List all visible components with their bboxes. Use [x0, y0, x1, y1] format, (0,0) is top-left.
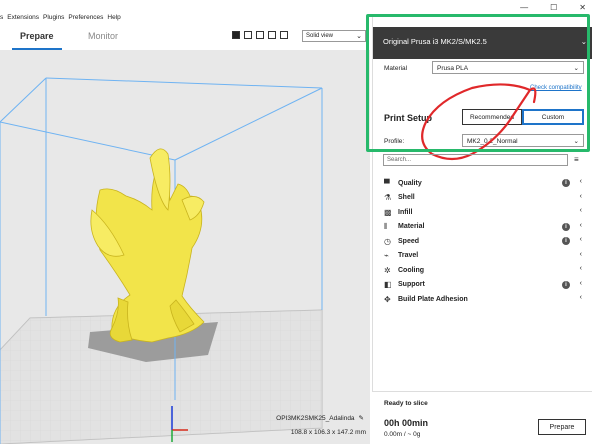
view-3d-icon[interactable] [232, 31, 240, 39]
setting-label: Shell [398, 194, 415, 202]
setting-travel[interactable]: ⌁ Travel ‹ [384, 249, 582, 264]
material-icon: ⦀ [384, 221, 388, 231]
menu-item-help[interactable]: Help [107, 14, 120, 21]
menu-item-plugins[interactable]: Plugins [43, 14, 64, 21]
menu-item-preferences[interactable]: Preferences [68, 14, 103, 21]
chevron-left-icon: ‹ [579, 236, 582, 243]
chevron-down-icon: ⌄ [580, 37, 587, 46]
menu-item-fragment[interactable]: s [0, 14, 3, 21]
setting-support[interactable]: ◧ Support i ‹ [384, 278, 582, 293]
quality-icon: ▀ [384, 178, 390, 188]
model-dimensions: 108.8 x 106.3 x 147.2 mm [290, 429, 366, 436]
chevron-left-icon: ‹ [579, 192, 582, 200]
stage-bar: Prepare Monitor Solid view ⌄ [0, 28, 370, 50]
setting-label: Cooling [398, 266, 425, 274]
menu-item-extensions[interactable]: Extensions [7, 14, 39, 21]
view-front-icon[interactable] [244, 31, 252, 39]
setting-label: Quality [398, 179, 422, 187]
material-select[interactable]: Prusa PLA ⌄ [432, 61, 584, 74]
chevron-left-icon: ‹ [579, 279, 582, 287]
printer-selector[interactable]: Original Prusa i3 MK2/S/MK2.5 ⌄ [373, 27, 592, 59]
chevron-down-icon: ⌄ [356, 33, 362, 40]
chevron-left-icon: ‹ [579, 294, 582, 301]
info-icon[interactable]: i [562, 237, 570, 245]
setting-label: Support [398, 281, 425, 289]
chevron-left-icon: ‹ [579, 178, 582, 185]
travel-icon: ⌁ [384, 251, 389, 261]
tab-monitor[interactable]: Monitor [88, 31, 118, 41]
setting-label: Infill [398, 208, 413, 216]
setting-shell[interactable]: ⚗ Shell ‹ [384, 191, 582, 206]
ready-status: Ready to slice [384, 400, 428, 407]
chevron-left-icon: ‹ [579, 221, 582, 229]
printer-name: Original Prusa i3 MK2/S/MK2.5 [383, 37, 487, 46]
chevron-left-icon: ‹ [579, 207, 582, 214]
chevron-left-icon: ‹ [579, 265, 582, 272]
setting-label: Travel [398, 252, 419, 260]
setting-build-plate-adhesion[interactable]: ✥ Build Plate Adhesion ‹ [384, 292, 582, 307]
shell-icon: ⚗ [384, 193, 392, 203]
model-info: OPI3MK2SMK25_Adalinda ✎ [276, 414, 364, 423]
chevron-down-icon: ⌄ [573, 65, 579, 72]
material-value: Prusa PLA [437, 65, 469, 72]
prepare-button[interactable]: Prepare [538, 419, 586, 435]
minimize-icon[interactable]: — [520, 3, 528, 12]
infill-icon: ▩ [384, 207, 392, 217]
setting-cooling[interactable]: ✲ Cooling ‹ [384, 263, 582, 278]
info-icon[interactable]: i [562, 179, 570, 187]
chevron-left-icon: ‹ [579, 250, 582, 258]
speed-icon: ◷ [384, 236, 391, 246]
view-mode-select[interactable]: Solid view ⌄ [302, 30, 366, 42]
adhesion-icon: ✥ [384, 294, 391, 304]
view-top-icon[interactable] [256, 31, 264, 39]
print-time: 00h 00min [384, 418, 429, 428]
3d-viewport[interactable]: OPI3MK2SMK25_Adalinda ✎ 108.8 x 106.3 x … [0, 50, 370, 444]
maximize-icon[interactable]: ☐ [550, 3, 557, 12]
menu-icon[interactable]: ≡ [574, 155, 579, 164]
close-icon[interactable]: ✕ [579, 3, 586, 12]
model-name: OPI3MK2SMK25_Adalinda [276, 414, 355, 422]
setting-material[interactable]: ⦀ Material i ‹ [384, 220, 582, 235]
chevron-down-icon: ⌄ [573, 138, 579, 145]
view-mode-value: Solid view [306, 33, 334, 39]
support-icon: ◧ [384, 280, 392, 290]
setting-label: Build Plate Adhesion [398, 295, 468, 303]
settings-list: ▀ Quality i ‹ ⚗ Shell ‹ ▩ Infill ‹ ⦀ Mat… [384, 176, 582, 307]
view-left-icon[interactable] [268, 31, 276, 39]
setting-label: Material [398, 223, 425, 231]
setting-infill[interactable]: ▩ Infill ‹ [384, 205, 582, 220]
info-icon[interactable]: i [562, 280, 570, 289]
setting-label: Speed [398, 237, 420, 245]
cooling-icon: ✲ [384, 265, 391, 275]
material-label: Material [384, 65, 408, 72]
setting-quality[interactable]: ▀ Quality i ‹ [384, 176, 582, 191]
view-right-icon[interactable] [280, 31, 288, 39]
pencil-icon[interactable]: ✎ [359, 414, 364, 422]
dragon-model [90, 148, 205, 343]
tab-prepare[interactable]: Prepare [20, 31, 54, 41]
material-usage: 0.00m / ~ 0g [384, 431, 421, 438]
info-icon[interactable]: i [562, 222, 570, 231]
settings-search-input[interactable]: Search... [383, 154, 568, 166]
build-volume-scene [0, 77, 323, 444]
setting-speed[interactable]: ◷ Speed i ‹ [384, 234, 582, 249]
profile-label: Profile: [384, 138, 405, 145]
